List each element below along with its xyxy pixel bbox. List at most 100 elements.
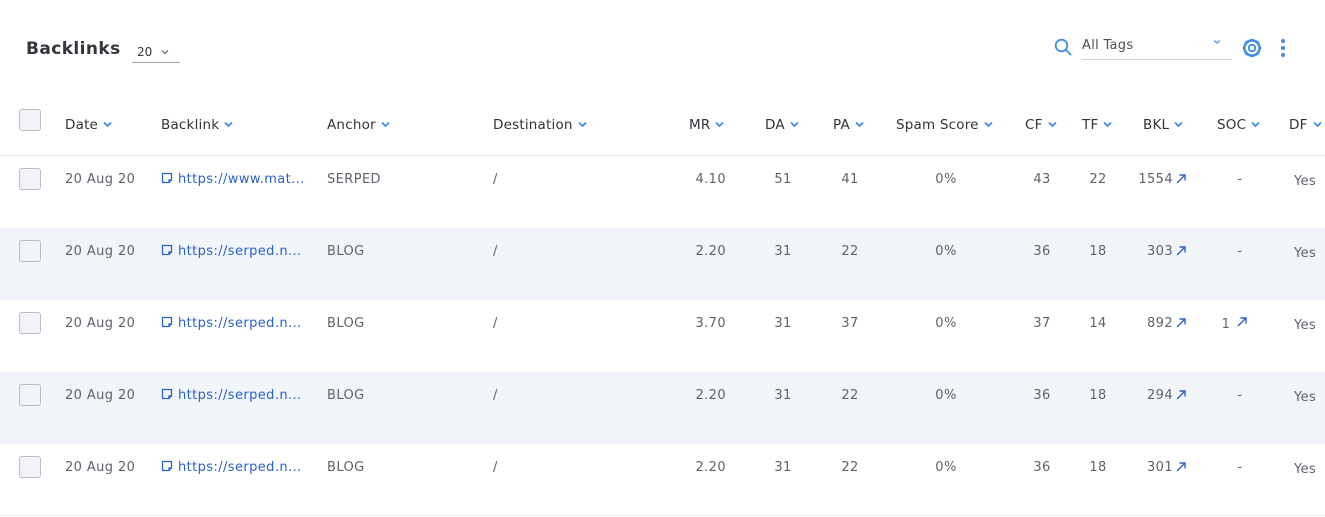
spam-score-cell: 0%	[935, 172, 957, 187]
link-page-icon	[161, 460, 173, 472]
cf-cell: 36	[1033, 388, 1051, 403]
column-header-date[interactable]: Date	[65, 117, 112, 133]
bkl-cell: 892	[1146, 316, 1173, 331]
soc-cell: -	[1200, 244, 1280, 259]
destination-cell: /	[493, 172, 498, 187]
sort-chevron-icon	[381, 121, 390, 128]
pa-cell: 22	[841, 460, 859, 475]
table-header: Date Backlink Anchor Destination MR DA P…	[0, 100, 1325, 156]
sort-chevron-icon	[1103, 121, 1113, 128]
spam-score-cell: 0%	[935, 244, 957, 259]
mr-cell: 4.10	[695, 172, 726, 187]
soc-cell: -	[1200, 460, 1280, 475]
row-checkbox[interactable]	[19, 384, 41, 406]
cf-cell: 43	[1033, 172, 1051, 187]
column-header-backlink[interactable]: Backlink	[161, 117, 233, 133]
da-cell: 31	[774, 316, 792, 331]
destination-cell: /	[493, 460, 498, 475]
pa-cell: 22	[841, 244, 859, 259]
external-link-arrow-icon[interactable]	[1175, 173, 1187, 185]
row-checkbox[interactable]	[19, 240, 41, 262]
date-cell: 20 Aug 20	[65, 172, 136, 187]
pa-cell: 41	[841, 172, 859, 187]
chevron-down-icon	[161, 50, 169, 55]
cf-cell: 37	[1033, 316, 1051, 331]
more-vertical-icon[interactable]	[1276, 38, 1290, 58]
bkl-cell: 301	[1146, 460, 1173, 475]
bkl-cell: 303	[1146, 244, 1173, 259]
chevron-down-icon	[1213, 40, 1221, 44]
external-link-arrow-icon[interactable]	[1236, 316, 1248, 328]
link-page-icon	[161, 316, 173, 328]
destination-cell: /	[493, 388, 498, 403]
date-cell: 20 Aug 20	[65, 244, 136, 259]
sort-chevron-icon	[984, 121, 993, 128]
backlink-link[interactable]: https://serped.n...	[161, 388, 302, 403]
sort-chevron-icon	[855, 121, 864, 128]
anchor-cell: BLOG	[327, 244, 365, 259]
page-title: Backlinks	[26, 39, 121, 59]
da-cell: 31	[774, 460, 792, 475]
soc-value: -	[1237, 388, 1243, 403]
external-link-arrow-icon[interactable]	[1175, 389, 1187, 401]
backlink-link[interactable]: https://serped.n...	[161, 316, 302, 331]
external-link-arrow-icon[interactable]	[1175, 461, 1187, 473]
column-header-bkl[interactable]: BKL	[1143, 117, 1183, 133]
bkl-cell: 1554	[1138, 172, 1173, 187]
soc-value: -	[1237, 172, 1243, 187]
da-cell: 31	[774, 244, 792, 259]
date-cell: 20 Aug 20	[65, 460, 136, 475]
select-all-checkbox[interactable]	[19, 109, 41, 131]
column-header-destination[interactable]: Destination	[493, 117, 587, 133]
external-link-arrow-icon[interactable]	[1175, 245, 1187, 257]
date-cell: 20 Aug 20	[65, 316, 136, 331]
anchor-cell: BLOG	[327, 460, 365, 475]
mr-cell: 2.20	[695, 244, 726, 259]
tags-select[interactable]: All Tags	[1082, 36, 1232, 60]
mr-cell: 3.70	[695, 316, 726, 331]
bkl-cell: 294	[1146, 388, 1173, 403]
da-cell: 31	[774, 388, 792, 403]
table-row: 20 Aug 20 https://serped.n... BLOG / 2.2…	[0, 372, 1325, 444]
row-checkbox[interactable]	[19, 456, 41, 478]
cf-cell: 36	[1033, 460, 1051, 475]
column-header-spam-score[interactable]: Spam Score	[896, 117, 993, 133]
row-checkbox[interactable]	[19, 312, 41, 334]
search-icon[interactable]	[1054, 38, 1072, 56]
link-page-icon	[161, 244, 173, 256]
spam-score-cell: 0%	[935, 388, 957, 403]
backlink-link[interactable]: https://serped.n...	[161, 244, 302, 259]
soc-cell: 1	[1210, 316, 1260, 332]
column-header-cf[interactable]: CF	[1025, 117, 1057, 133]
page-size-select[interactable]: 20	[132, 43, 180, 63]
spam-score-cell: 0%	[935, 460, 957, 475]
soc-value: -	[1237, 244, 1243, 259]
backlink-link[interactable]: https://www.mat...	[161, 172, 305, 187]
sort-chevron-icon	[103, 121, 112, 128]
column-header-tf[interactable]: TF	[1082, 117, 1113, 133]
column-header-soc[interactable]: SOC	[1217, 117, 1260, 133]
link-page-icon	[161, 388, 173, 400]
sort-chevron-icon	[1312, 121, 1322, 128]
cf-cell: 36	[1033, 244, 1051, 259]
backlinks-table: Date Backlink Anchor Destination MR DA P…	[0, 100, 1325, 516]
soc-cell: -	[1200, 172, 1280, 187]
column-header-anchor[interactable]: Anchor	[327, 117, 390, 133]
anchor-cell: BLOG	[327, 316, 365, 331]
spam-score-cell: 0%	[935, 316, 957, 331]
column-header-df[interactable]: DF	[1289, 117, 1322, 133]
row-checkbox[interactable]	[19, 168, 41, 190]
soc-value: -	[1237, 460, 1243, 475]
table-body: 20 Aug 20 https://www.mat... SERPED / 4.…	[0, 156, 1325, 516]
da-cell: 51	[774, 172, 792, 187]
column-header-mr[interactable]: MR	[689, 117, 725, 133]
df-cell: Yes	[1294, 174, 1317, 189]
column-header-pa[interactable]: PA	[833, 117, 864, 133]
external-link-arrow-icon[interactable]	[1175, 317, 1187, 329]
df-cell: Yes	[1294, 246, 1317, 261]
gear-icon[interactable]	[1241, 37, 1263, 59]
anchor-cell: BLOG	[327, 388, 365, 403]
backlink-link[interactable]: https://serped.n...	[161, 460, 302, 475]
column-header-da[interactable]: DA	[765, 117, 799, 133]
anchor-cell: SERPED	[327, 172, 381, 187]
